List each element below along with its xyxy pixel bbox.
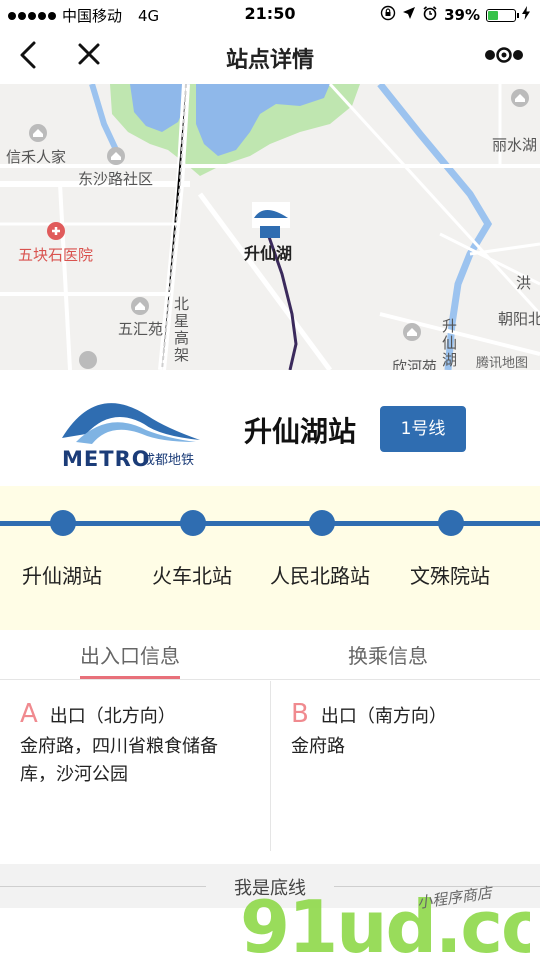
exit-direction: 出口（南方向）	[320, 706, 447, 727]
exit-letter: B	[291, 699, 309, 729]
alarm-icon	[422, 5, 438, 25]
map-label: 洪	[516, 274, 532, 292]
exit-description: 金府路，四川省粮食储备库，沙河公园	[20, 736, 218, 785]
stop-dot[interactable]	[50, 510, 76, 536]
more-options-button[interactable]	[484, 44, 524, 66]
stop-name[interactable]: 升仙湖站	[22, 560, 102, 589]
stop-name[interactable]: 人民北路站	[270, 560, 370, 589]
metro-logo: METRO 成都地铁	[56, 392, 206, 472]
map-road-label: 升仙湖	[442, 317, 458, 369]
exit-letter: A	[20, 699, 38, 729]
rotation-lock-icon	[380, 5, 396, 25]
active-tab-indicator	[80, 676, 180, 679]
watermark-logo: 91ud.com 小程序商店	[240, 878, 540, 960]
location-arrow-icon	[402, 6, 416, 24]
info-tabs: 出入口信息 换乘信息	[0, 630, 540, 680]
battery-icon	[486, 8, 519, 22]
battery-level	[488, 10, 498, 20]
exit-card: B 出口（南方向） 金府路	[270, 681, 540, 851]
stop-name[interactable]: 火车北站	[152, 560, 232, 589]
exit-description: 金府路	[291, 736, 345, 757]
stop-dot[interactable]	[309, 510, 335, 536]
map-label: 欣河苑	[392, 358, 438, 370]
status-bar: 中国移动 4G 21:50 39%	[0, 0, 540, 28]
map-provider-label: 腾讯地图	[476, 356, 529, 370]
tab-exits[interactable]: 出入口信息	[80, 640, 180, 669]
line-stops-strip[interactable]: 升仙湖站 火车北站 人民北路站 文殊院站	[0, 486, 540, 630]
map-label: 丽水湖	[492, 136, 538, 154]
map-label: 五汇苑	[118, 320, 164, 338]
exit-direction: 出口（北方向）	[49, 706, 176, 727]
navigation-bar: 站点详情	[0, 28, 540, 84]
status-right: 39%	[380, 5, 530, 25]
page-title: 站点详情	[225, 48, 314, 73]
logo-text: METRO	[62, 447, 151, 471]
map-station-label: 升仙湖	[244, 244, 293, 263]
line-badge[interactable]: 1号线	[380, 406, 466, 452]
stop-name[interactable]: 文殊院站	[410, 560, 490, 589]
exit-list: A 出口（北方向） 金府路，四川省粮食储备库，沙河公园 B 出口（南方向） 金府…	[0, 681, 540, 851]
station-name: 升仙湖站	[244, 415, 357, 448]
charging-icon	[522, 6, 530, 24]
stop-dot[interactable]	[180, 510, 206, 536]
battery-percent: 39%	[444, 6, 480, 24]
map-road-label: 北星高架	[174, 295, 190, 364]
map-label: 五块石医院	[18, 246, 94, 264]
logo-subtext: 成都地铁	[142, 453, 194, 468]
map-label: 东沙路社区	[78, 170, 154, 188]
station-map[interactable]: 信禾人家 东沙路社区 五块石医院 五汇苑 北星高架 丽水湖 洪 朝阳北 欣河苑 …	[0, 84, 540, 370]
map-label: 朝阳北	[498, 310, 540, 328]
station-header: METRO 成都地铁 升仙湖站 1号线	[0, 370, 540, 486]
more-icon	[485, 47, 523, 63]
exit-card: A 出口（北方向） 金府路，四川省粮食储备库，沙河公园	[0, 681, 270, 851]
stop-dot[interactable]	[438, 510, 464, 536]
tab-transfers[interactable]: 换乘信息	[348, 640, 428, 669]
map-label: 信禾人家	[6, 148, 67, 166]
